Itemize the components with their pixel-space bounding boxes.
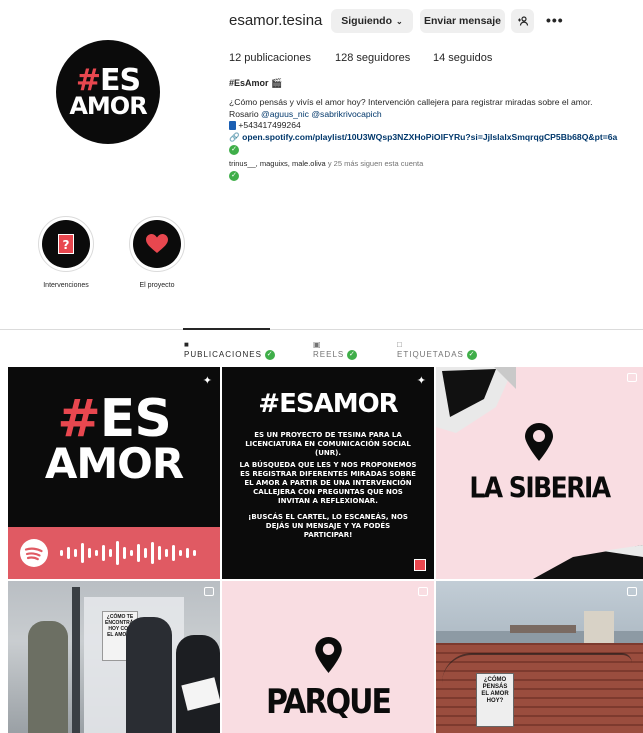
following-button[interactable]: Siguiendo ⌄ bbox=[331, 9, 413, 33]
check-icon: ✓ bbox=[229, 144, 239, 155]
add-person-icon[interactable] bbox=[511, 9, 534, 33]
followed-by-users: trinus__, maguixs, male.oliva bbox=[229, 159, 326, 168]
spotify-link[interactable]: open.spotify.com/playlist/10U3WQsp3NZXHo… bbox=[242, 132, 617, 142]
person bbox=[28, 621, 68, 733]
ship bbox=[510, 625, 576, 633]
poster-fragment bbox=[436, 367, 516, 433]
link-icon: 🔗 bbox=[229, 131, 240, 142]
highlight-label: El proyecto bbox=[139, 282, 175, 289]
following-count[interactable]: 14 seguidos bbox=[433, 52, 492, 64]
carousel-icon bbox=[627, 373, 637, 382]
place-name: PARQUE bbox=[266, 682, 392, 723]
followers-count[interactable]: 128 seguidores bbox=[335, 52, 410, 64]
bio-location: Rosario bbox=[229, 108, 259, 119]
tabs-divider bbox=[0, 329, 643, 330]
followed-by-rest: y 25 más siguen esta cuenta bbox=[327, 159, 424, 168]
spotify-code-bar bbox=[8, 527, 220, 579]
profile-avatar[interactable]: #ES AMOR bbox=[56, 40, 160, 144]
carousel-icon bbox=[418, 587, 428, 596]
bio-line: ¿Cómo pensás y vivís el amor hoy? Interv… bbox=[229, 97, 593, 107]
tab-publicaciones[interactable]: ■ PUBLICACIONES ✓ bbox=[184, 340, 276, 360]
bio-text: ¿Cómo pensás y vivís el amor hoy? Interv… bbox=[229, 97, 643, 156]
post-paragraph: ¡BUSCÁS EL CARTEL, LO ESCANEÁS, NOS DEJÁ… bbox=[248, 513, 408, 539]
post-logo-line1: #ES bbox=[57, 389, 172, 449]
bio-phone-line: +543417499264 bbox=[229, 120, 643, 132]
poster-fragment bbox=[533, 545, 643, 579]
carousel-icon bbox=[204, 587, 214, 596]
followed-by[interactable]: trinus__, maguixs, male.oliva y 25 más s… bbox=[229, 159, 424, 182]
post-tile[interactable]: ¿CÓMO PENSÁS EL AMOR HOY? bbox=[436, 581, 643, 733]
reels-icon: ▣ bbox=[313, 340, 322, 349]
check-icon: ✓ bbox=[467, 350, 478, 360]
send-message-button[interactable]: Enviar mensaje bbox=[420, 9, 505, 33]
tab-label: ETIQUETADAS bbox=[397, 350, 464, 360]
avatar-logo-line2: AMOR bbox=[69, 91, 147, 120]
highlight-cover bbox=[133, 220, 181, 268]
following-button-label: Siguiendo bbox=[341, 15, 393, 27]
post-paragraph: ES UN PROYECTO DE TESINA PARA LA LICENCI… bbox=[245, 431, 411, 457]
bio-link-line: 🔗 open.spotify.com/playlist/10U3WQsp3NZX… bbox=[229, 132, 643, 144]
poster-text: ¿CÓMO PENSÁS EL AMOR HOY? bbox=[481, 677, 509, 704]
avatar-logo-line1: #ES bbox=[75, 63, 141, 99]
pin-icon: ✦ bbox=[202, 375, 212, 387]
location-pin-icon bbox=[315, 637, 342, 673]
person bbox=[126, 617, 172, 733]
post-tile[interactable]: #ES AMOR ✦ bbox=[8, 367, 220, 579]
spotify-code-waveform bbox=[60, 541, 196, 565]
post-tile[interactable]: #ESAMOR ES UN PROYECTO DE TESINA PARA LA… bbox=[222, 367, 434, 579]
bio-name: #EsAmor 🎬 bbox=[229, 78, 283, 88]
spotify-icon bbox=[20, 539, 48, 567]
active-tab-indicator bbox=[183, 328, 270, 330]
tagged-icon: □ bbox=[397, 340, 403, 349]
bus-stop-frame bbox=[72, 587, 80, 733]
phone-number: +543417499264 bbox=[238, 120, 301, 130]
post-tile[interactable]: LA SIBERIA bbox=[436, 367, 643, 579]
question-card-icon: ? bbox=[58, 234, 74, 254]
more-icon[interactable]: ••• bbox=[546, 12, 564, 28]
chevron-down-icon: ⌄ bbox=[396, 16, 403, 26]
tab-label: PUBLICACIONES bbox=[184, 350, 262, 360]
posts-count: 12 publicaciones bbox=[229, 52, 311, 64]
post-paragraph: LA BÚSQUEDA QUE LES Y NOS PROPONEMOS ES … bbox=[239, 461, 417, 505]
location-pin-icon bbox=[525, 423, 553, 461]
highlight-label: Intervenciones bbox=[43, 282, 89, 289]
svg-text:?: ? bbox=[63, 238, 70, 252]
small-logo-icon bbox=[414, 559, 426, 571]
tab-reels[interactable]: ▣ REELS ✓ bbox=[313, 340, 358, 360]
check-icon: ✓ bbox=[347, 350, 358, 360]
grid-icon: ■ bbox=[184, 340, 190, 349]
post-tile[interactable]: ¿CÓMO TE ENCONTRÁS HOY CON EL AMOR? bbox=[8, 581, 220, 733]
check-icon: ✓ bbox=[229, 171, 239, 182]
post-logo-line2: AMOR bbox=[44, 439, 184, 489]
highlight-el-proyecto[interactable]: El proyecto bbox=[122, 216, 192, 289]
mention-link[interactable]: @aguus_nic bbox=[261, 109, 309, 119]
carousel-icon bbox=[627, 587, 637, 596]
tab-label: REELS bbox=[313, 350, 345, 360]
graffiti bbox=[442, 653, 632, 723]
tab-etiquetadas[interactable]: □ ETIQUETADAS ✓ bbox=[397, 340, 478, 360]
phone-icon bbox=[229, 121, 236, 131]
check-icon: ✓ bbox=[265, 350, 276, 360]
profile-username: esamor.tesina bbox=[229, 12, 323, 29]
highlight-ring: ? bbox=[38, 216, 94, 272]
place-name: LA SIBERIA bbox=[469, 470, 611, 505]
highlight-intervenciones[interactable]: ? Intervenciones bbox=[31, 216, 101, 289]
bio-line: Rosario @aguus_nic @sabrikrivocapich bbox=[229, 109, 643, 121]
heart-icon bbox=[146, 234, 168, 253]
post-title: #ESAMOR bbox=[258, 389, 398, 419]
poster: ¿CÓMO PENSÁS EL AMOR HOY? bbox=[476, 673, 514, 727]
post-tile[interactable]: PARQUE bbox=[222, 581, 434, 733]
mention-link[interactable]: @sabrikrivocapich bbox=[311, 109, 381, 119]
post-logo: #ES AMOR bbox=[8, 389, 220, 489]
highlight-ring bbox=[129, 216, 185, 272]
pin-icon: ✦ bbox=[416, 375, 426, 387]
highlight-cover: ? bbox=[42, 220, 90, 268]
